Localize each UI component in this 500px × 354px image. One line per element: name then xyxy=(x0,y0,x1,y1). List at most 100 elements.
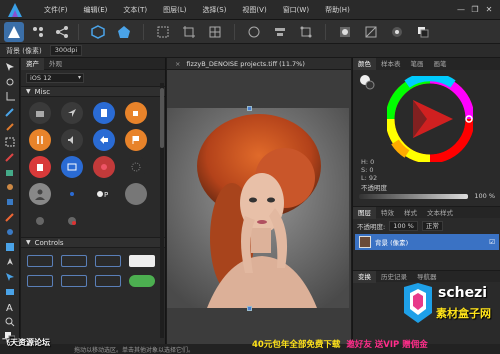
blur-tool-icon[interactable] xyxy=(3,226,17,238)
opacity-slider[interactable] xyxy=(359,193,469,199)
selection-handle[interactable] xyxy=(247,106,252,111)
crop-tool-icon[interactable] xyxy=(3,91,17,103)
fill-tool-icon[interactable] xyxy=(3,166,17,178)
tab-styles[interactable]: 样式 xyxy=(399,207,422,219)
asset-reply-icon[interactable] xyxy=(93,129,115,151)
dpi-field[interactable]: 300dpi xyxy=(49,45,83,56)
asset-avatar-icon[interactable] xyxy=(29,183,51,205)
gradient-tool-icon[interactable] xyxy=(3,241,17,253)
tab-history[interactable]: 历史记录 xyxy=(376,271,412,283)
assistant-icon[interactable] xyxy=(389,24,405,40)
selection-brush-icon[interactable] xyxy=(3,106,17,118)
minimize-button[interactable]: — xyxy=(454,0,468,20)
menu-select[interactable]: 选择(S) xyxy=(195,0,235,20)
asset-radio-icon[interactable] xyxy=(61,183,83,205)
asset-gray-circle-icon[interactable] xyxy=(125,183,147,205)
crop-icon[interactable] xyxy=(181,24,197,40)
tab-stroke[interactable]: 笔画 xyxy=(406,58,429,70)
menu-text[interactable]: 文本(T) xyxy=(115,0,155,20)
liquify-persona-icon[interactable] xyxy=(28,22,48,42)
asset-trash-icon[interactable] xyxy=(29,156,51,178)
document-tab[interactable]: × fizzyB_DENOISE projects.tiff (11.7%) xyxy=(167,58,351,70)
eyedropper-icon[interactable] xyxy=(359,74,375,92)
canvas[interactable] xyxy=(167,70,351,344)
tab-color[interactable]: 颜色 xyxy=(353,58,376,70)
selection-handle[interactable] xyxy=(247,306,252,311)
asset-circle-dark-icon[interactable] xyxy=(29,210,51,232)
asset-flag-icon[interactable] xyxy=(125,129,147,151)
transform-icon[interactable] xyxy=(298,24,314,40)
zoom-tool-icon[interactable] xyxy=(3,316,17,328)
move-tool-icon[interactable] xyxy=(3,61,17,73)
asset-apple-pay-icon[interactable]: P xyxy=(93,183,115,205)
asset-bar-control[interactable] xyxy=(61,275,87,287)
pentagon-tool-icon[interactable] xyxy=(116,24,132,40)
photo-woman-red-hair[interactable] xyxy=(167,108,349,308)
asset-spinner-icon[interactable] xyxy=(125,156,147,178)
asset-record-icon[interactable] xyxy=(61,210,83,232)
menu-view[interactable]: 视图(V) xyxy=(234,0,274,20)
asset-callout-control[interactable] xyxy=(129,255,155,267)
asset-bar-control[interactable] xyxy=(27,255,53,267)
checkbox-icon[interactable]: ☑ xyxy=(489,238,495,246)
asset-volume-icon[interactable] xyxy=(61,129,83,151)
photo-persona-icon[interactable] xyxy=(4,21,24,42)
tab-text-styles[interactable]: 文本样式 xyxy=(422,207,458,219)
misc-section-header[interactable]: ▼ Misc xyxy=(21,86,165,97)
menu-file[interactable]: 文件(F) xyxy=(36,0,76,20)
tab-appearance[interactable]: 外观 xyxy=(44,58,67,70)
layer-row[interactable]: 背景 (像素) ☑ xyxy=(355,234,499,250)
align-icon[interactable] xyxy=(272,24,288,40)
blend-mode-select[interactable]: 正常 xyxy=(421,220,443,231)
layer-opacity-field[interactable]: 100 % xyxy=(389,220,418,231)
close-window-button[interactable]: ✕ xyxy=(482,0,496,20)
quick-mask-icon[interactable] xyxy=(363,24,379,40)
asset-pattern-icon[interactable] xyxy=(93,156,115,178)
maximize-button[interactable]: ❐ xyxy=(468,0,482,20)
flood-select-icon[interactable] xyxy=(3,121,17,133)
affinity-photo-logo-icon[interactable] xyxy=(6,2,24,18)
selection-rect-icon[interactable] xyxy=(155,24,171,40)
share-persona-icon[interactable] xyxy=(52,22,72,42)
tab-effects[interactable]: 特效 xyxy=(376,207,399,219)
menu-edit[interactable]: 编辑(E) xyxy=(76,0,116,20)
asset-cutlery-icon[interactable] xyxy=(29,129,51,151)
view-tool-icon[interactable] xyxy=(3,76,17,88)
asset-bar-control[interactable] xyxy=(95,275,121,287)
pen-tool-icon[interactable] xyxy=(3,256,17,268)
menu-window[interactable]: 窗口(W) xyxy=(275,0,317,20)
tab-layers[interactable]: 图层 xyxy=(353,206,376,219)
asset-bar-control[interactable] xyxy=(95,255,121,267)
controls-section-header[interactable]: ▼ Controls xyxy=(21,237,165,248)
healing-brush-icon[interactable] xyxy=(3,211,17,223)
tab-navigator[interactable]: 导航器 xyxy=(412,271,442,283)
snap-icon[interactable] xyxy=(246,24,262,40)
dodge-tool-icon[interactable] xyxy=(3,181,17,193)
tab-transform[interactable]: 变换 xyxy=(353,270,376,283)
asset-set-dropdown[interactable]: iOS 12 xyxy=(26,73,84,83)
asset-camera-icon[interactable] xyxy=(29,102,51,124)
rectangle-tool-icon[interactable] xyxy=(3,286,17,298)
menu-layer[interactable]: 图层(L) xyxy=(155,0,194,20)
asset-location-arrow-icon[interactable] xyxy=(61,102,83,124)
asset-inbox-icon[interactable] xyxy=(61,156,83,178)
assets-scroll-thumb[interactable] xyxy=(160,88,164,148)
color-wheel[interactable] xyxy=(385,72,475,164)
paint-brush-icon[interactable] xyxy=(3,151,17,163)
text-tool-icon[interactable]: A xyxy=(3,301,17,313)
swatch-icon[interactable] xyxy=(415,24,431,40)
mask-icon[interactable] xyxy=(337,24,353,40)
grid-icon[interactable] xyxy=(207,24,223,40)
tab-assets[interactable]: 资产 xyxy=(21,57,44,70)
opacity-value[interactable]: 100 % xyxy=(474,192,495,200)
asset-bar-control[interactable] xyxy=(61,255,87,267)
asset-bar-control[interactable] xyxy=(27,275,53,287)
asset-copy-icon[interactable] xyxy=(93,102,115,124)
tab-swatches[interactable]: 样本表 xyxy=(376,58,406,70)
close-document-icon[interactable]: × xyxy=(175,60,180,68)
clone-tool-icon[interactable] xyxy=(3,196,17,208)
tab-brushes[interactable]: 画笔 xyxy=(429,58,452,70)
menu-help[interactable]: 帮助(H) xyxy=(317,0,358,20)
hexagon-tool-icon[interactable] xyxy=(90,24,106,40)
marquee-tool-icon[interactable] xyxy=(3,136,17,148)
